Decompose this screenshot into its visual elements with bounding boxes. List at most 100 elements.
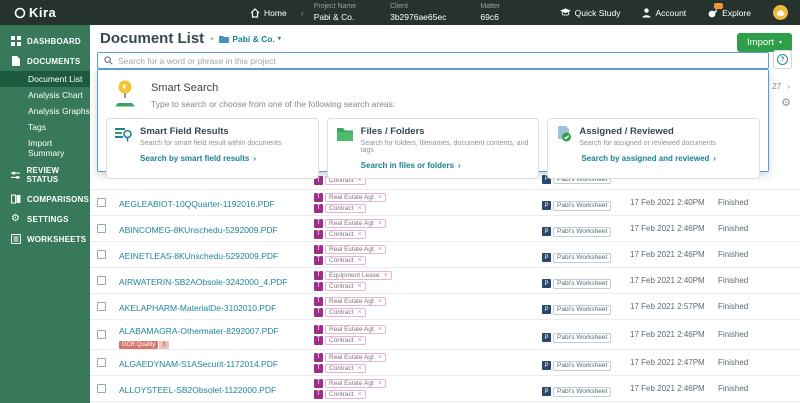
import-button-label: Import [747, 37, 774, 48]
pagination: 27 › [772, 82, 790, 91]
document-link[interactable]: ALGAEDYNAM-S1ASecurit-1172014.PDF [119, 359, 278, 369]
card-files-folders[interactable]: Files / Folders Search for folders, file… [327, 118, 540, 179]
quick-study-label: Quick Study [575, 8, 621, 18]
row-status: Finished [718, 224, 748, 233]
document-link[interactable]: AEGLEABIOT-10QQuarter-1192016.PDF [119, 199, 275, 209]
tag-icon: T [314, 230, 323, 239]
tag-remove-icon[interactable]: × [378, 326, 382, 333]
tag-remove-icon[interactable]: × [378, 220, 382, 227]
smart-search-subtitle: Type to search or choose from one of the… [151, 99, 395, 109]
card-link-smart-field[interactable]: Search by smart field results › [140, 154, 310, 163]
document-link[interactable]: AEINETLEAS-8KUnschedu-5292009.PDF [119, 251, 278, 261]
document-link[interactable]: ALLOYSTEEL-SB2Obsolet-1122000.PDF [119, 385, 276, 395]
row-checkbox[interactable] [97, 250, 106, 259]
account-button[interactable]: Account [642, 8, 686, 18]
table-row[interactable]: ABINCOMEG-8KUnschedu-5292009.PDF TReal E… [90, 216, 800, 242]
sidebar-item-tags[interactable]: Tags [0, 119, 90, 135]
card-link-assigned-reviewed[interactable]: Search by assigned and reviewed › [581, 154, 751, 163]
quick-study-button[interactable]: Quick Study [560, 8, 621, 18]
table-settings-gear-icon[interactable]: ⚙ [781, 96, 791, 109]
tag-label: Real Estate Agt [329, 354, 374, 361]
pagination-last-page[interactable]: 27 [772, 82, 781, 91]
row-date: 17 Feb 2021 2:46PM [630, 224, 718, 233]
cloud-sync-button[interactable] [773, 5, 788, 20]
tag-chip: TReal Estate Agt× [314, 379, 542, 388]
sidebar-item-document-list[interactable]: Document List [0, 71, 90, 87]
row-status: Finished [718, 276, 748, 285]
tag-remove-icon[interactable]: × [358, 365, 362, 372]
review-status-icon [11, 170, 20, 180]
row-checkbox[interactable] [97, 384, 106, 393]
quick-study-icon [560, 8, 571, 17]
import-caret-icon: ▾ [779, 39, 782, 46]
document-link[interactable]: ALABAMAGRA-Othermater-8292007.PDF [119, 326, 279, 336]
worksheet-chip[interactable]: PPabi's Worksheet [542, 201, 611, 211]
row-checkbox[interactable] [97, 198, 106, 207]
tag-remove-icon[interactable]: × [384, 272, 388, 279]
sidebar-item-analysis-graphs[interactable]: Analysis Graphs [0, 103, 90, 119]
smart-search-lamp-icon [112, 79, 138, 107]
tag-remove-icon[interactable]: × [378, 246, 382, 253]
tag-remove-icon[interactable]: × [358, 257, 362, 264]
tag-remove-icon[interactable]: × [358, 337, 362, 344]
document-link[interactable]: AKELAPHARM-MaterialDe-3102010.PDF [119, 303, 276, 313]
home-link[interactable]: Home › [250, 8, 314, 18]
document-link[interactable]: ABINCOMEG-8KUnschedu-5292009.PDF [119, 225, 278, 235]
tag-remove-icon[interactable]: × [378, 354, 382, 361]
sidebar-label-dashboard: DASHBOARD [27, 37, 81, 46]
worksheet-chip[interactable]: PPabi's Worksheet [542, 333, 611, 343]
worksheet-chip[interactable]: PPabi's Worksheet [542, 305, 611, 315]
tag-remove-icon[interactable]: × [358, 309, 362, 316]
row-checkbox[interactable] [97, 276, 106, 285]
tag-icon: T [314, 325, 323, 334]
tag-remove-icon[interactable]: × [358, 283, 362, 290]
worksheet-chip[interactable]: PPabi's Worksheet [542, 253, 611, 263]
sidebar-item-import-summary[interactable]: Import Summary [0, 135, 90, 161]
table-row[interactable]: AEINETLEAS-8KUnschedu-5292009.PDF TReal … [90, 242, 800, 268]
tag-label: Real Estate Agt [329, 298, 374, 305]
breadcrumb-project-link[interactable]: Pabi & Co. ▾ [219, 34, 281, 44]
card-link-files-folders[interactable]: Search in files or folders › [361, 161, 531, 170]
tag-icon: T [314, 379, 323, 388]
tag-remove-icon[interactable]: × [378, 380, 382, 387]
worksheet-chip[interactable]: PPabi's Worksheet [542, 387, 611, 397]
sidebar-item-settings[interactable]: ⚙ SETTINGS [0, 209, 90, 229]
table-row[interactable]: ALLOYSTEEL-SB2Obsolet-1122000.PDF TReal … [90, 376, 800, 402]
sidebar-label-worksheets: WORKSHEETS [27, 235, 86, 244]
row-checkbox[interactable] [97, 302, 106, 311]
worksheet-chip[interactable]: PPabi's Worksheet [542, 279, 611, 289]
table-row[interactable]: AIRWATERIN-SB2AObsole-3242000_4.PDF TEqu… [90, 268, 800, 294]
document-link[interactable]: AIRWATERIN-SB2AObsole-3242000_4.PDF [119, 277, 288, 287]
table-row[interactable]: ALABAMAGRA-Othermater-8292007.PDF DCR Qu… [90, 320, 800, 350]
tag-remove-icon[interactable]: × [358, 231, 362, 238]
worksheet-chip[interactable]: PPabi's Worksheet [542, 361, 611, 371]
table-row[interactable]: AKELAPHARM-MaterialDe-3102010.PDF TReal … [90, 294, 800, 320]
worksheet-chip[interactable]: PPabi's Worksheet [542, 227, 611, 237]
card-assigned-reviewed[interactable]: Assigned / Reviewed Search for assigned … [547, 118, 760, 179]
row-checkbox[interactable] [97, 358, 106, 367]
sidebar-item-worksheets[interactable]: WORKSHEETS [0, 229, 90, 249]
sidebar-item-analysis-chart[interactable]: Analysis Chart [0, 87, 90, 103]
search-input[interactable] [118, 56, 762, 66]
tag-chip: TReal Estate Agt× [314, 245, 542, 254]
card-smart-field-results[interactable]: Smart Field Results Search for smart fie… [106, 118, 319, 179]
tag-label: Equipment Lease [329, 272, 380, 279]
sidebar-item-review-status[interactable]: REVIEW STATUS [0, 161, 90, 189]
kira-logo[interactable]: Kira [0, 5, 90, 20]
worksheet-icon: P [542, 361, 551, 370]
tag-remove-icon[interactable]: × [358, 391, 362, 398]
sidebar-item-documents[interactable]: DOCUMENTS [0, 51, 90, 71]
pagination-next-icon[interactable]: › [787, 82, 790, 91]
explore-button[interactable]: Explore [708, 8, 751, 18]
sidebar-item-comparisons[interactable]: COMPARISONS [0, 189, 90, 209]
sidebar-item-dashboard[interactable]: DASHBOARD [0, 31, 90, 51]
help-button[interactable]: ? [773, 50, 792, 69]
breadcrumb-separator: › [301, 8, 304, 18]
table-row[interactable]: ALGAEDYNAM-S1ASecurit-1172014.PDF TReal … [90, 350, 800, 376]
tag-remove-icon[interactable]: × [378, 298, 382, 305]
row-checkbox[interactable] [97, 330, 106, 339]
table-row[interactable]: AEGLEABIOT-10QQuarter-1192016.PDF TReal … [90, 190, 800, 216]
tag-remove-icon[interactable]: × [378, 194, 382, 201]
tag-remove-icon[interactable]: × [358, 205, 362, 212]
row-checkbox[interactable] [97, 224, 106, 233]
